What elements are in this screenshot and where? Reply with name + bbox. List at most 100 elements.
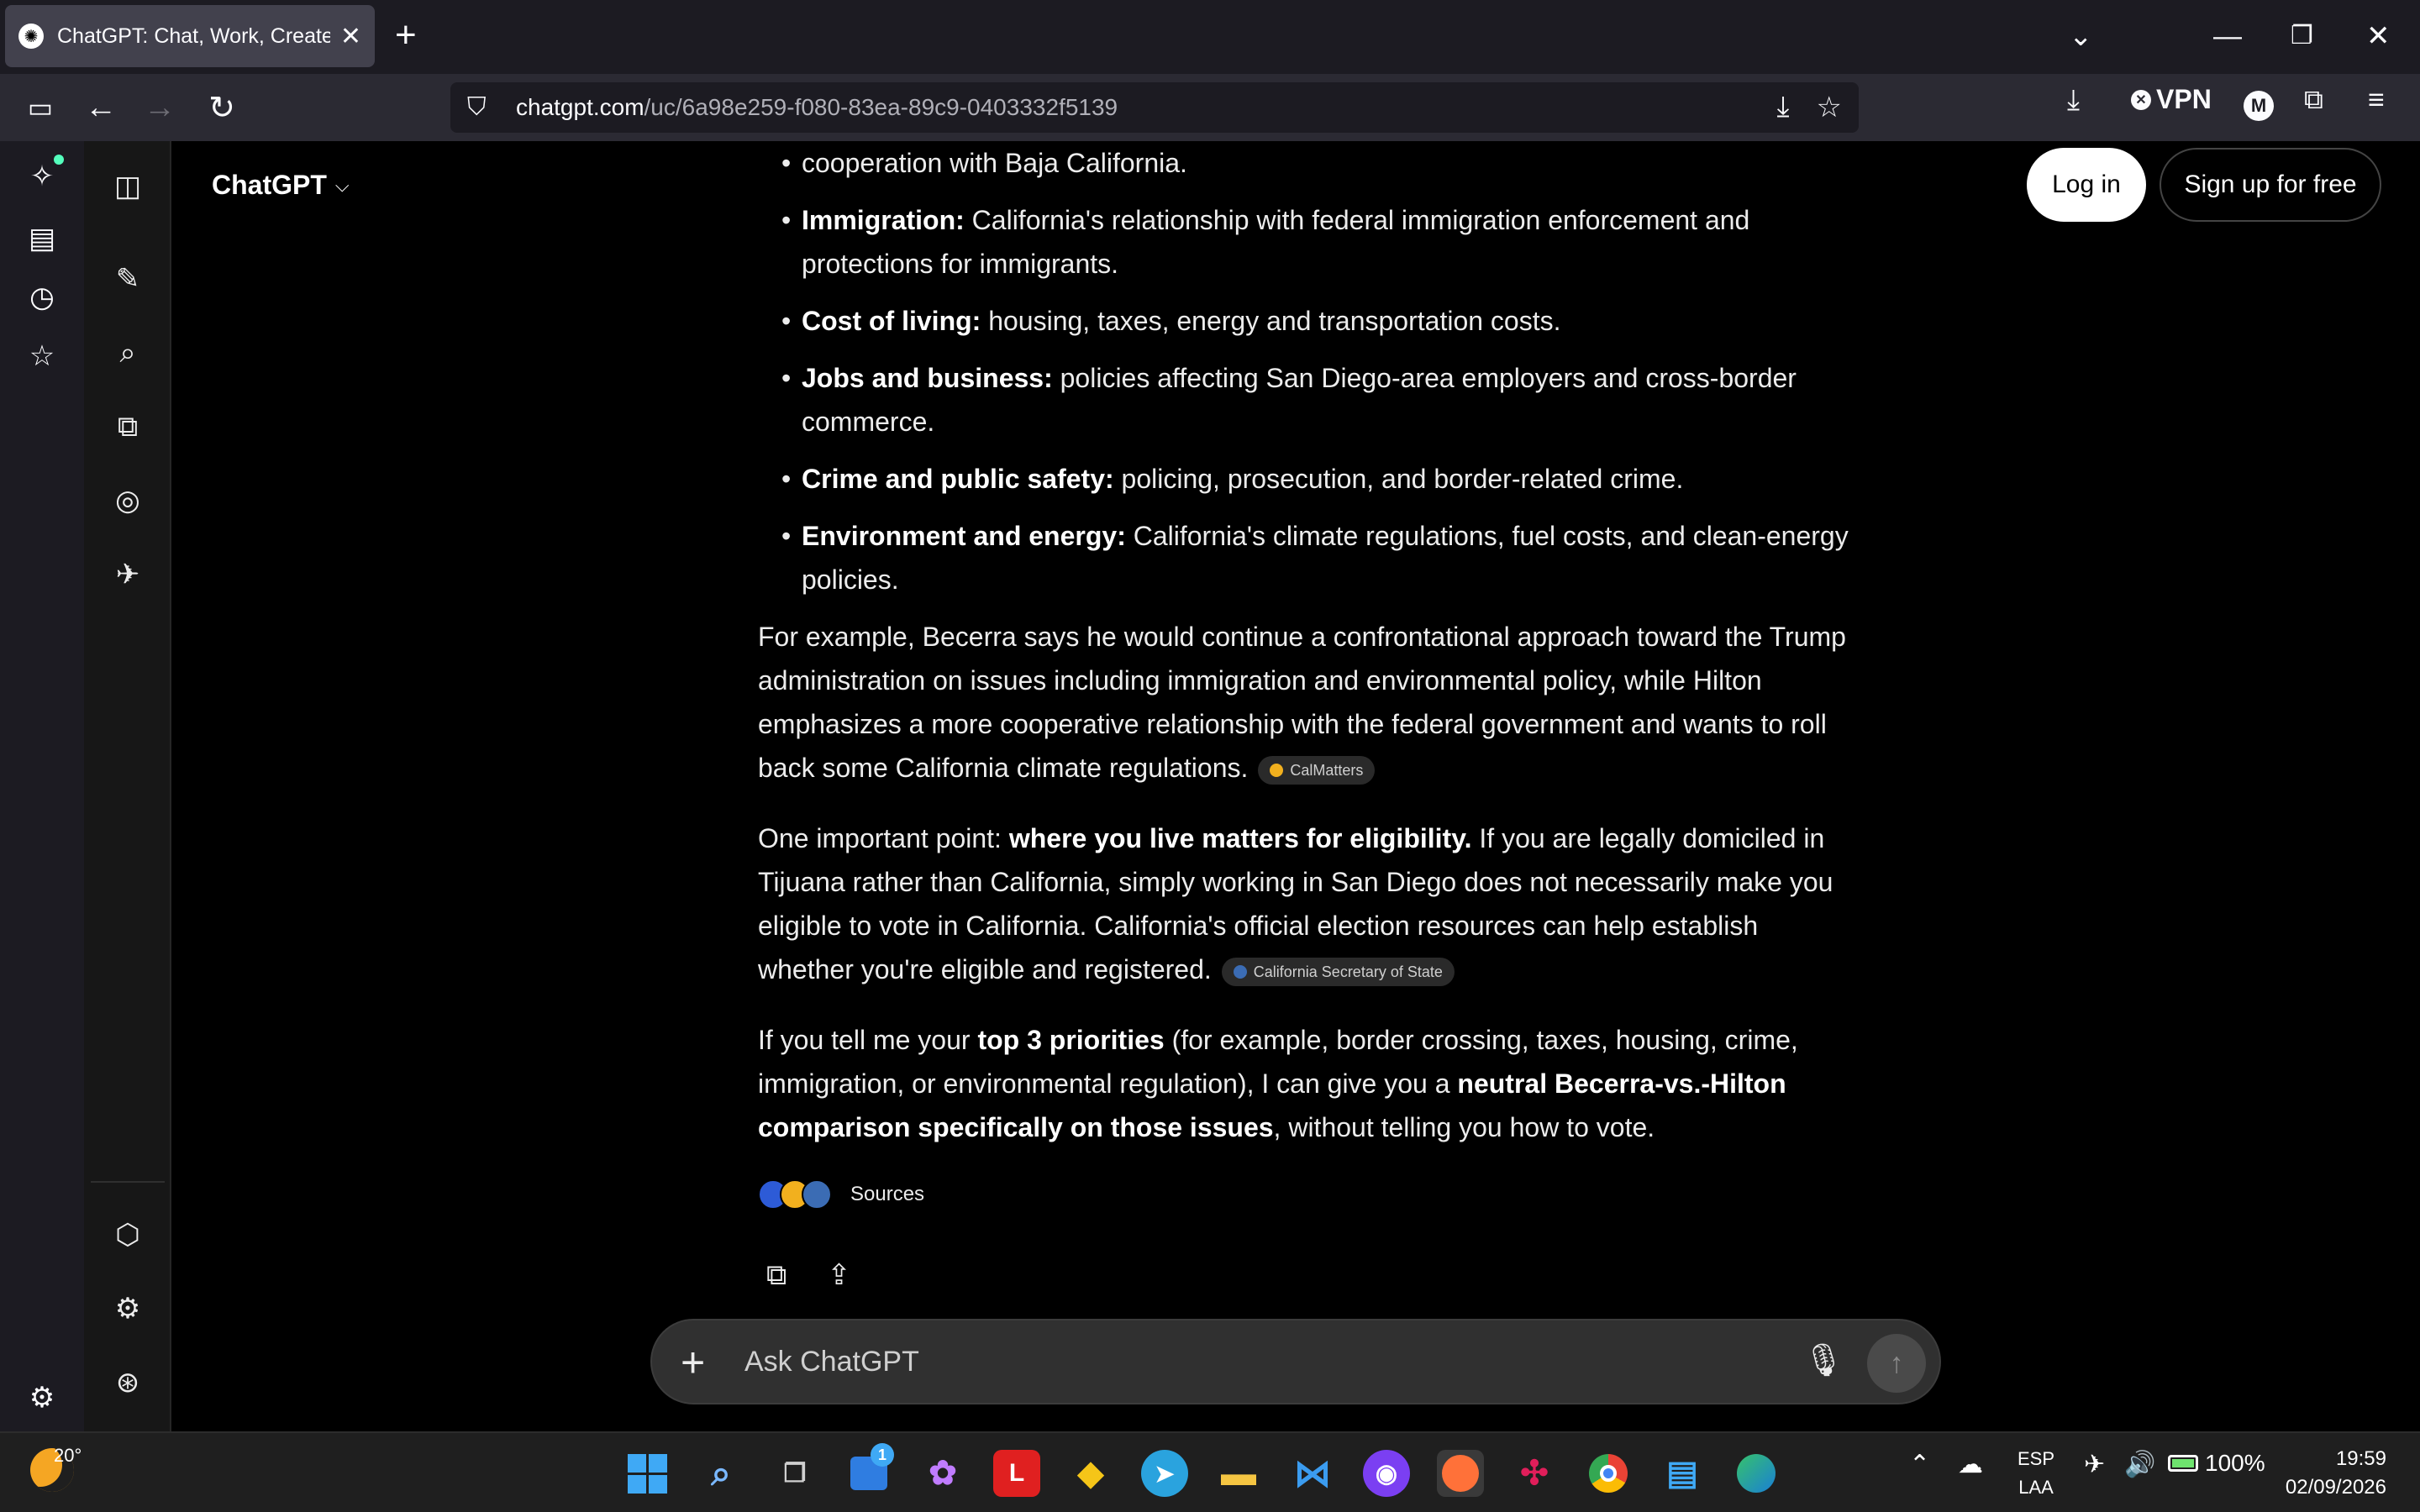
citation-chip-sos[interactable]: California Secretary of State bbox=[1221, 957, 1455, 986]
sources-label: Sources bbox=[850, 1183, 925, 1205]
vpn-off-icon: ✕ bbox=[2131, 89, 2151, 110]
copilot-icon[interactable]: ✿ bbox=[919, 1450, 966, 1497]
firefox-icon[interactable] bbox=[1437, 1450, 1484, 1497]
store-badge: 1 bbox=[871, 1443, 894, 1467]
composer: + Ask ChatGPT 🎙 ↑ bbox=[650, 1319, 1941, 1404]
slack-icon[interactable]: ✣ bbox=[1511, 1450, 1558, 1497]
model-selector[interactable]: ChatGPT ⌵ bbox=[212, 170, 350, 201]
language-indicator[interactable]: ESP LAA bbox=[2015, 1445, 2057, 1502]
start-icon[interactable] bbox=[623, 1450, 671, 1497]
upgrade-icon[interactable]: ⬡ bbox=[108, 1215, 148, 1255]
tab-title: ChatGPT: Chat, Work, Create & bbox=[57, 24, 330, 48]
notepad-icon[interactable]: ▤ bbox=[1659, 1450, 1706, 1497]
address-bar[interactable]: ⛉ chatgpt.com/uc/6a98e259-f080-83ea-89c9… bbox=[450, 82, 1859, 133]
settings-icon[interactable]: ⚙ bbox=[108, 1289, 148, 1329]
bullet-text: housing, taxes, energy and transportatio… bbox=[981, 306, 1561, 336]
explore-icon[interactable]: ✈ bbox=[108, 554, 148, 595]
url-text[interactable]: chatgpt.com/uc/6a98e259-f080-83ea-89c9-0… bbox=[516, 94, 1118, 121]
login-button[interactable]: Log in bbox=[2027, 148, 2146, 222]
library-icon[interactable]: ⧉ bbox=[108, 407, 148, 447]
add-attachment-icon[interactable]: + bbox=[681, 1339, 705, 1386]
layout-code: LAA bbox=[2018, 1477, 2054, 1498]
bullet-term: Crime and public safety: bbox=[802, 464, 1114, 494]
share-icon[interactable]: ⇪ bbox=[827, 1253, 851, 1297]
onedrive-icon[interactable]: ☁ bbox=[1958, 1450, 1983, 1479]
forward-icon[interactable]: → bbox=[138, 86, 182, 129]
sources-button[interactable]: Sources bbox=[758, 1173, 1850, 1216]
paragraph-eligibility: One important point: where you live matt… bbox=[758, 823, 1833, 986]
file-explorer-icon[interactable]: ▬ bbox=[1215, 1450, 1262, 1497]
signup-button[interactable]: Sign up for free bbox=[2160, 148, 2381, 222]
install-app-icon[interactable]: ⤓ bbox=[1776, 91, 1789, 124]
chatgpt-sidebar-rail: ◫ ✎ ⌕ ⧉ ◎ ✈ ⬡ ⚙ ⊛ bbox=[84, 141, 171, 1431]
search-chats-icon[interactable]: ⌕ bbox=[108, 333, 148, 373]
microphone-icon[interactable]: 🎙 bbox=[1803, 1342, 1844, 1379]
downloads-icon[interactable]: ⤓ bbox=[2067, 84, 2080, 117]
citation-chip-calmatters[interactable]: CalMatters bbox=[1258, 755, 1376, 785]
list-item: Crime and public safety: policing, prose… bbox=[781, 457, 1850, 501]
battery-icon bbox=[2168, 1455, 2198, 1472]
restore-icon[interactable]: ❐ bbox=[2291, 15, 2313, 57]
back-icon[interactable]: ← bbox=[79, 86, 123, 129]
codex-icon[interactable]: ◎ bbox=[108, 480, 148, 521]
telegram-icon[interactable]: ➤ bbox=[1141, 1450, 1188, 1497]
browser-tab-bar: ✺ ChatGPT: Chat, Work, Create & ✕ + ⌄ — … bbox=[0, 0, 2420, 74]
list-item: cooperation with Baja California. bbox=[781, 141, 1850, 185]
send-button[interactable]: ↑ bbox=[1867, 1334, 1926, 1393]
extensions-icon[interactable]: ⧉ bbox=[2304, 84, 2323, 116]
clock[interactable]: 19:59 02/09/2026 bbox=[2269, 1445, 2386, 1502]
app-l-icon[interactable]: L bbox=[993, 1450, 1040, 1497]
weather-widget[interactable]: 20° bbox=[30, 1445, 82, 1492]
tor-icon[interactable]: ◉ bbox=[1363, 1450, 1410, 1497]
menu-icon[interactable]: ≡ bbox=[2368, 84, 2385, 117]
help-icon[interactable]: ⊛ bbox=[108, 1362, 148, 1403]
git-icon[interactable]: ◆ bbox=[1067, 1450, 1114, 1497]
airplane-mode-icon[interactable]: ✈ bbox=[2084, 1450, 2105, 1479]
chrome-icon[interactable] bbox=[1585, 1450, 1632, 1497]
vscode-icon[interactable]: ⋈ bbox=[1289, 1450, 1336, 1497]
reload-icon[interactable]: ↻ bbox=[200, 86, 244, 129]
store-icon[interactable]: 1 bbox=[845, 1443, 894, 1497]
list-item: Immigration: California's relationship w… bbox=[781, 198, 1850, 286]
new-tab-icon[interactable]: + bbox=[395, 17, 417, 54]
edge-icon[interactable] bbox=[1733, 1450, 1780, 1497]
synced-tabs-icon[interactable]: ▤ bbox=[24, 220, 60, 257]
bookmarks-icon[interactable]: ☆ bbox=[24, 338, 60, 375]
open-sidebar-icon[interactable]: ◫ bbox=[108, 166, 148, 207]
task-view-icon[interactable]: ❐ bbox=[771, 1450, 818, 1497]
battery-indicator[interactable]: 100% bbox=[2168, 1450, 2265, 1477]
time: 19:59 bbox=[2335, 1447, 2386, 1470]
history-icon[interactable]: ◷ bbox=[24, 279, 60, 316]
copy-icon[interactable]: ⧉ bbox=[766, 1253, 786, 1297]
prompt-input[interactable]: Ask ChatGPT bbox=[744, 1346, 919, 1378]
topics-list: cooperation with Baja California. bbox=[758, 141, 1850, 185]
assistant-message: cooperation with Baja California. Immigr… bbox=[758, 141, 1850, 1297]
account-button[interactable]: M bbox=[2244, 91, 2274, 121]
calmatters-logo-icon bbox=[1270, 763, 1284, 777]
vpn-button[interactable]: ✕ VPN bbox=[2131, 84, 2212, 115]
shield-icon[interactable]: ⛉ bbox=[467, 93, 501, 122]
close-tab-icon[interactable]: ✕ bbox=[340, 22, 361, 51]
rail-divider bbox=[91, 1181, 165, 1183]
temperature: 20° bbox=[54, 1445, 82, 1466]
vpn-label: VPN bbox=[2156, 84, 2212, 114]
volume-icon[interactable]: 🔊 bbox=[2124, 1450, 2155, 1479]
minimize-icon[interactable]: — bbox=[2213, 15, 2242, 57]
windows-taskbar: 20° ⌕ ❐ 1 ✿ L ◆ ➤ ▬ ⋈ ◉ ✣ ▤ ⌃ ☁ ESP LAA … bbox=[0, 1431, 2420, 1512]
show-hidden-icons-icon[interactable]: ⌃ bbox=[1909, 1450, 1930, 1479]
list-item: Jobs and business: policies affecting Sa… bbox=[781, 356, 1850, 444]
bullet-term: Immigration: bbox=[802, 205, 965, 235]
bookmark-star-icon[interactable]: ☆ bbox=[1817, 91, 1842, 124]
bullet-text: policing, prosecution, and border-relate… bbox=[1113, 464, 1684, 494]
customize-sidebar-icon[interactable]: ⚙ bbox=[24, 1379, 60, 1416]
list-tabs-icon[interactable]: ⌄ bbox=[2069, 15, 2093, 57]
new-chat-icon[interactable]: ✎ bbox=[108, 259, 148, 299]
date: 02/09/2026 bbox=[2285, 1476, 2386, 1499]
search-icon[interactable]: ⌕ bbox=[697, 1450, 744, 1497]
sidebar-toggle-icon[interactable]: ▭ bbox=[18, 86, 62, 129]
url-domain: chatgpt.com bbox=[516, 94, 644, 120]
battery-percent: 100% bbox=[2205, 1450, 2265, 1476]
browser-tab[interactable]: ✺ ChatGPT: Chat, Work, Create & ✕ bbox=[5, 5, 375, 67]
close-window-icon[interactable]: ✕ bbox=[2366, 15, 2391, 57]
bullet-list: Immigration: California's relationship w… bbox=[758, 198, 1850, 601]
